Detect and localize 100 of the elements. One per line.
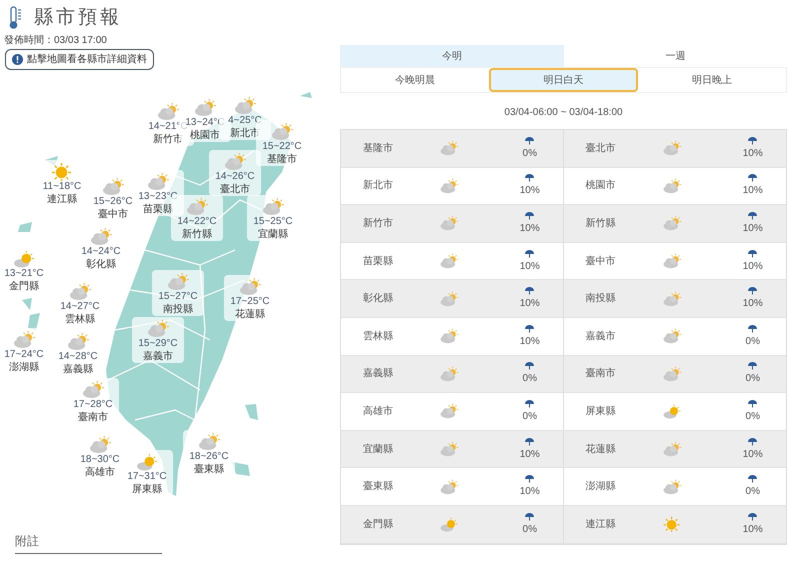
county-name[interactable]: 桃園市 [190,129,220,142]
rain-chance: 10% [520,222,540,235]
county-name[interactable]: 屏東縣 [132,483,162,496]
rain-chance: 10% [742,222,763,235]
county-name[interactable]: 高雄市 [85,466,115,479]
partly-cloudy-icon [440,479,459,494]
partly-cloudy-icon [168,272,190,290]
partly-cloudy-icon [103,177,124,196]
issue-time: 發佈時間：03/03 17:00 [3,34,108,46]
temperature-range: 15~26°C [93,196,133,208]
county-name[interactable]: 南投縣 [163,303,193,316]
partly-cloudy-icon [663,253,682,268]
county-name[interactable]: 嘉義縣 [63,363,93,376]
county-name: 花蓮縣 [584,442,616,457]
sun-icon [662,516,680,532]
temperature-range: 18~26°C [189,451,229,463]
county-name[interactable]: 花蓮縣 [235,308,265,321]
county-name: 基隆市 [362,142,394,156]
partly-cloudy-icon [272,122,294,140]
rain-chance: 0% [522,410,537,423]
partly-cloudy-icon [440,404,459,419]
partly-cloudy-icon [235,96,256,114]
county-name[interactable]: 臺東縣 [194,463,224,476]
temperature-range: 17~25°C [230,296,270,308]
forecast-period: 03/04-06:00 ~ 03/04-18:00 [503,106,624,120]
county-name[interactable]: 金門縣 [9,280,39,293]
partly-cloudy-icon [440,366,459,382]
temperature-range: 15~25°C [253,216,293,228]
sun-cloud-icon [663,404,680,420]
thermometer-icon [8,6,22,30]
partly-cloudy-icon [440,216,459,231]
umbrella-icon [748,174,758,182]
county-name[interactable]: 苗栗縣 [143,203,173,216]
umbrella-icon [748,512,758,521]
partly-cloudy-icon [70,282,92,300]
temperature-range: 15~29°C [138,338,178,350]
county-name[interactable]: 基隆市 [267,153,297,166]
rain-chance: 10% [520,448,540,461]
county-name[interactable]: 嘉義市 [143,350,173,363]
temperature-range: 15~27°C [158,291,198,303]
temperature-range: 14~28°C [58,351,98,363]
umbrella-icon [748,475,758,484]
temperature-range: 14~24°C [81,246,121,258]
time-tab[interactable]: 明日白天 [489,68,638,92]
county-name[interactable]: 臺中市 [98,208,128,221]
umbrella-icon [748,362,758,370]
rain-chance: 10% [520,297,540,310]
temperature-range: 14~26°C [215,171,255,183]
county-name[interactable]: 新竹縣 [182,228,212,241]
partly-cloudy-icon [663,291,682,306]
sun-cloud-icon [14,250,34,268]
county-name[interactable]: 彰化縣 [86,258,116,271]
county-name: 雲林縣 [362,330,394,344]
county-name[interactable]: 雲林縣 [65,313,95,326]
county-name[interactable]: 臺北市 [220,183,250,196]
temperature-range: 13~23°C [138,191,178,203]
county-name[interactable]: 臺南市 [78,411,108,424]
umbrella-icon [525,438,534,446]
county-name[interactable]: 宜蘭縣 [258,228,288,241]
county-name[interactable]: 連江縣 [47,193,77,206]
partly-cloudy-icon [663,140,682,156]
partly-cloudy-icon [83,380,104,398]
umbrella-icon [525,362,534,370]
rain-chance: 10% [742,184,763,198]
county-name: 彰化縣 [362,292,394,306]
county-name: 南投縣 [584,292,616,306]
umbrella-icon [525,136,534,145]
umbrella-icon [525,400,534,408]
umbrella-icon [748,400,758,408]
partly-cloudy-icon [187,197,208,216]
temperature-range: 13~21°C [4,268,44,280]
umbrella-icon [525,324,534,333]
partly-cloudy-icon [158,102,180,120]
county-name: 新北市 [362,178,394,194]
county-name: 臺東縣 [362,480,394,494]
partly-cloudy-icon [225,152,246,170]
county-name: 臺北市 [584,142,616,156]
county-name: 金門縣 [362,518,394,532]
rain-chance: 10% [520,260,540,273]
umbrella-icon [525,212,534,220]
county-name: 新竹市 [362,216,394,231]
temperature-range: 11~18°C [42,181,82,193]
county-name[interactable]: 新北市 [230,127,260,140]
county-name: 臺中市 [584,254,616,269]
rain-chance: 10% [742,260,763,273]
rain-chance: 0% [522,522,537,536]
partly-cloudy-icon [663,441,682,456]
rain-chance: 0% [746,334,760,348]
map-hint-button[interactable]: 點擊地圖看各縣市詳細資料 [5,48,154,70]
rain-chance: 10% [520,184,540,198]
temperature-range: 18~30°C [80,454,120,466]
temperature-range: 15~22°C [262,141,302,153]
county-name[interactable]: 新竹市 [153,133,183,146]
partly-cloudy-icon [440,441,459,456]
rain-chance: 0% [746,372,760,386]
county-name: 嘉義市 [584,330,616,344]
county-name[interactable]: 澎湖縣 [9,361,39,374]
county-name: 臺南市 [584,366,616,382]
county-name: 連江縣 [584,518,616,532]
period-tab[interactable]: 今明 [340,45,564,67]
